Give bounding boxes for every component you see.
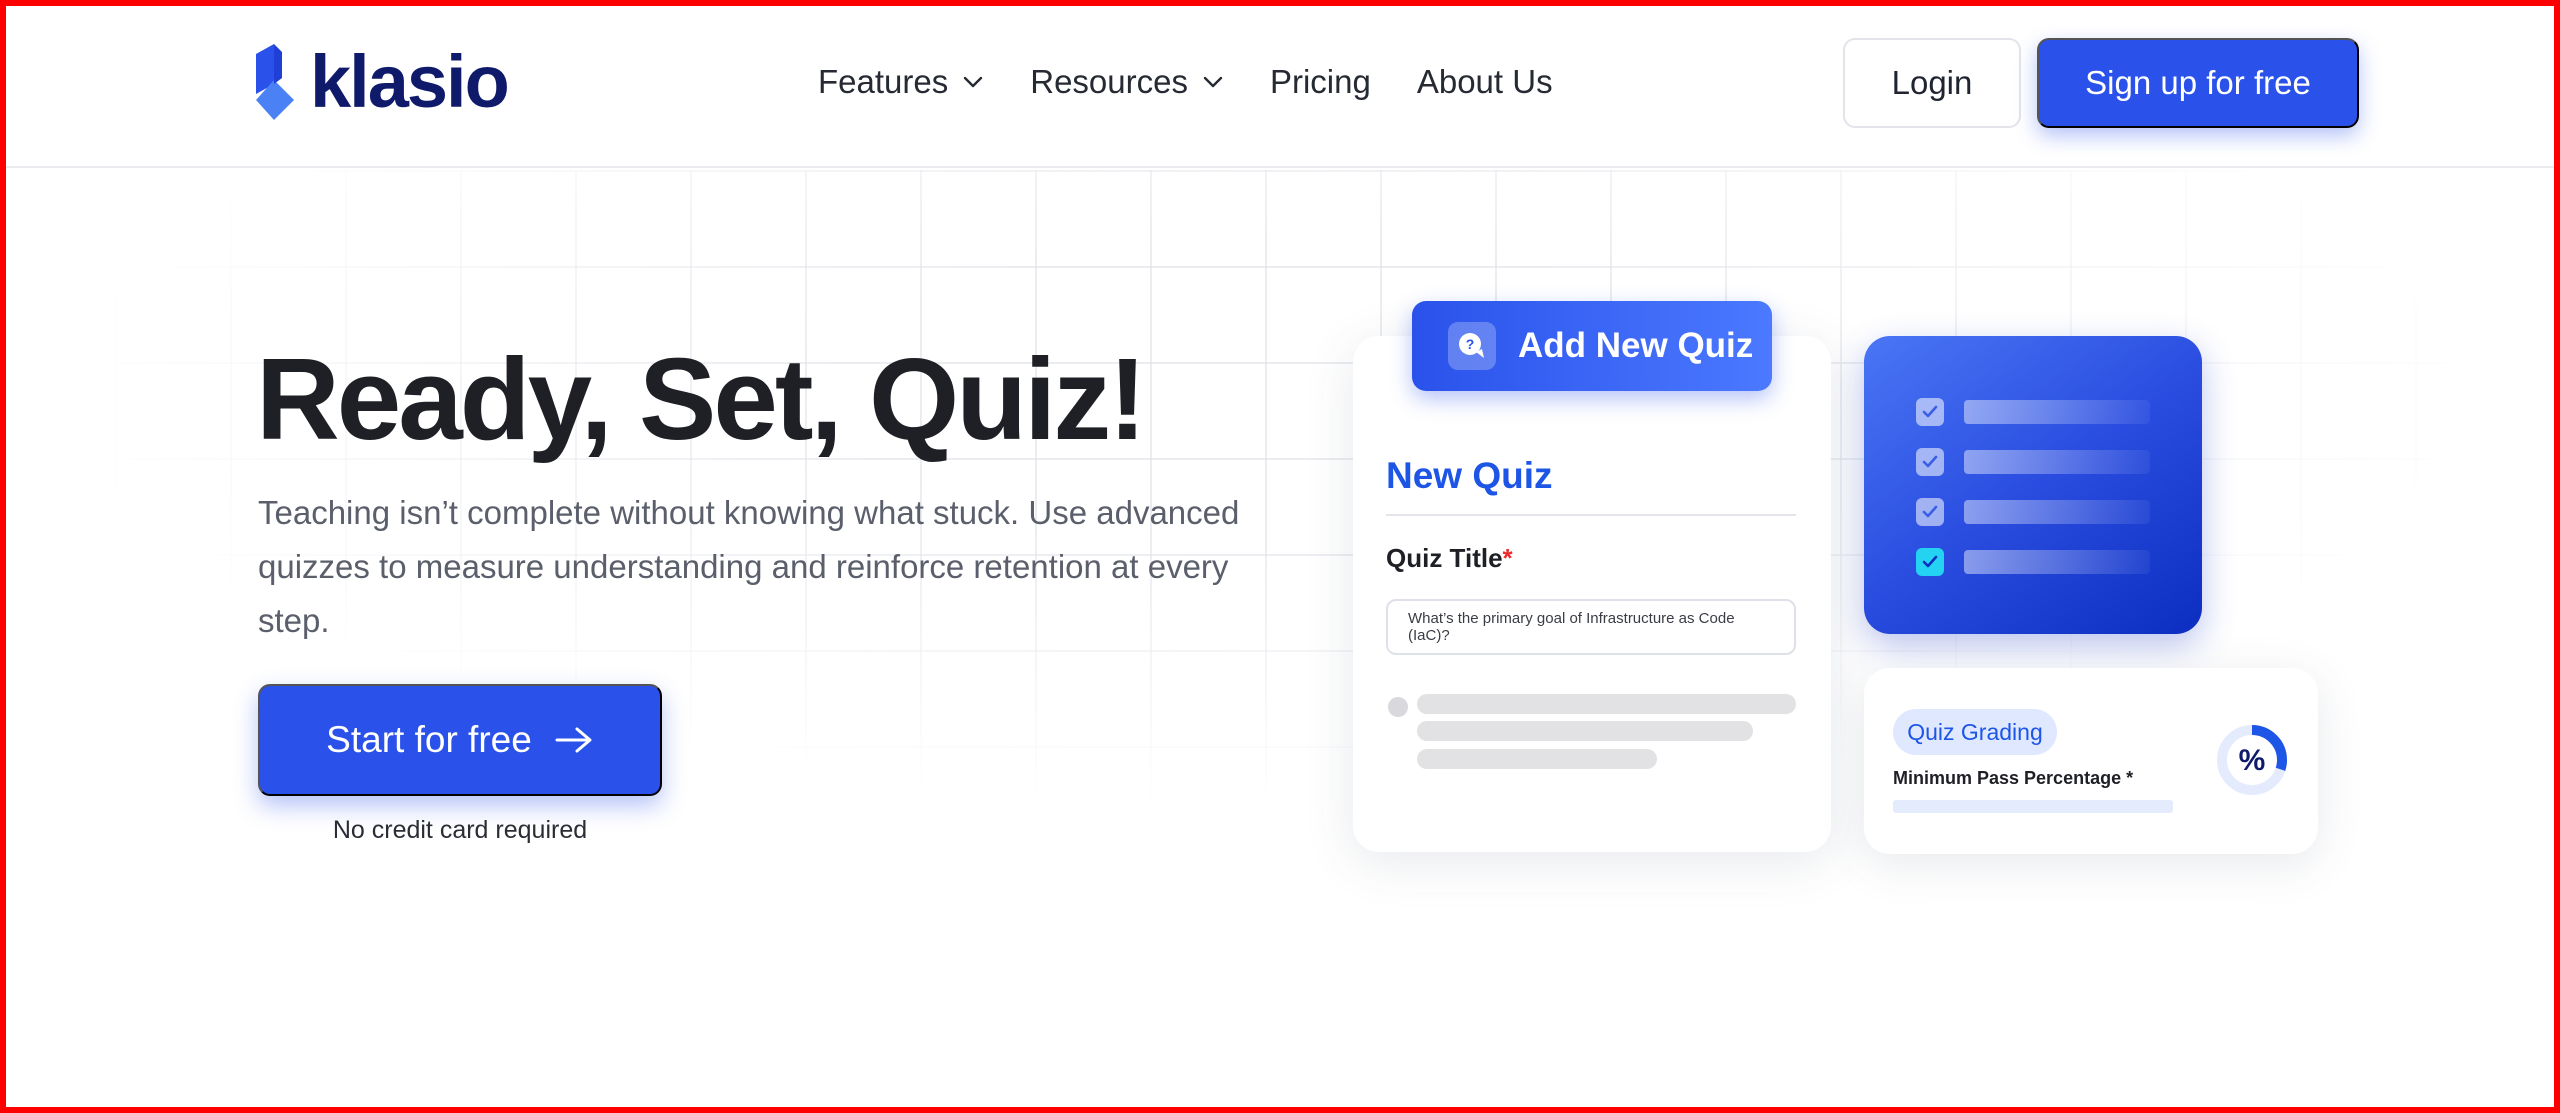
checklist-row [1916, 398, 2150, 426]
signup-button[interactable]: Sign up for free [2037, 38, 2359, 128]
skeleton-line [1417, 721, 1753, 741]
min-pass-percentage-bar [1893, 800, 2173, 813]
site-header: klasio Features Resources Pricing About … [0, 0, 2560, 168]
nav-item-pricing[interactable]: Pricing [1270, 60, 1371, 104]
donut-symbol: % [2239, 744, 2266, 777]
logo-mark-icon [256, 44, 294, 120]
checklist-card [1864, 336, 2202, 634]
quiz-title-input: What’s the primary goal of Infrastructur… [1386, 599, 1796, 655]
required-mark: * [1502, 543, 1513, 573]
no-credit-card-note: No credit card required [332, 816, 588, 844]
checklist-bar [1964, 550, 2150, 574]
nav-item-features[interactable]: Features [818, 60, 984, 104]
quiz-chat-icon: ? [1448, 322, 1496, 370]
quiz-grading-pill: Quiz Grading [1893, 709, 2057, 755]
quiz-title-label-text: Quiz Title [1386, 543, 1503, 573]
svg-text:?: ? [1466, 336, 1475, 352]
checklist-bar [1964, 500, 2150, 524]
checklist-bar [1964, 400, 2150, 424]
add-new-quiz-label: Add New Quiz [1518, 326, 1754, 365]
nav-label: About Us [1416, 63, 1553, 100]
checkbox-checked-icon [1916, 548, 1944, 576]
hero-description: Teaching isn’t complete without knowing … [258, 494, 1240, 639]
hero-title: Ready, Set, Quiz! [256, 334, 1147, 464]
checklist-row [1916, 548, 2150, 576]
quiz-divider [1386, 514, 1796, 516]
nav-item-resources[interactable]: Resources [1030, 60, 1224, 104]
start-for-free-button[interactable]: Start for free [258, 684, 662, 796]
login-button[interactable]: Login [1843, 38, 2021, 128]
main-nav: Features Resources Pricing About Us [818, 60, 1599, 104]
brand-name: klasio [310, 40, 510, 123]
checklist-row [1916, 448, 2150, 476]
quiz-title-value: What’s the primary goal of Infrastructur… [1408, 610, 1735, 644]
nav-label: Features [818, 63, 949, 100]
min-pass-percentage-label: Minimum Pass Percentage * [1893, 768, 2134, 788]
percentage-donut-icon: % [2217, 725, 2287, 795]
nav-label: Pricing [1269, 63, 1371, 100]
skeleton-line [1417, 694, 1796, 714]
arrow-right-icon [555, 727, 592, 753]
info-icon [1388, 697, 1408, 717]
checklist-row [1916, 498, 2150, 526]
nav-label: Resources [1030, 63, 1188, 100]
checkbox-checked-icon [1916, 448, 1944, 476]
add-new-quiz-badge: ? Add New Quiz [1412, 301, 1772, 391]
checklist-bar [1964, 450, 2150, 474]
start-button-label: Start for free [326, 719, 532, 760]
nav-item-about-us[interactable]: About Us [1417, 60, 1553, 104]
chevron-down-icon [1203, 76, 1223, 88]
checkbox-checked-icon [1916, 498, 1944, 526]
chevron-down-icon [964, 76, 983, 88]
skeleton-line [1417, 749, 1657, 769]
new-quiz-card [1353, 336, 1831, 852]
quiz-title-label: Quiz Title* [1386, 543, 1513, 574]
checkbox-checked-icon [1916, 398, 1944, 426]
new-quiz-heading: New Quiz [1386, 455, 1553, 496]
brand-logo[interactable]: klasio [256, 40, 510, 123]
